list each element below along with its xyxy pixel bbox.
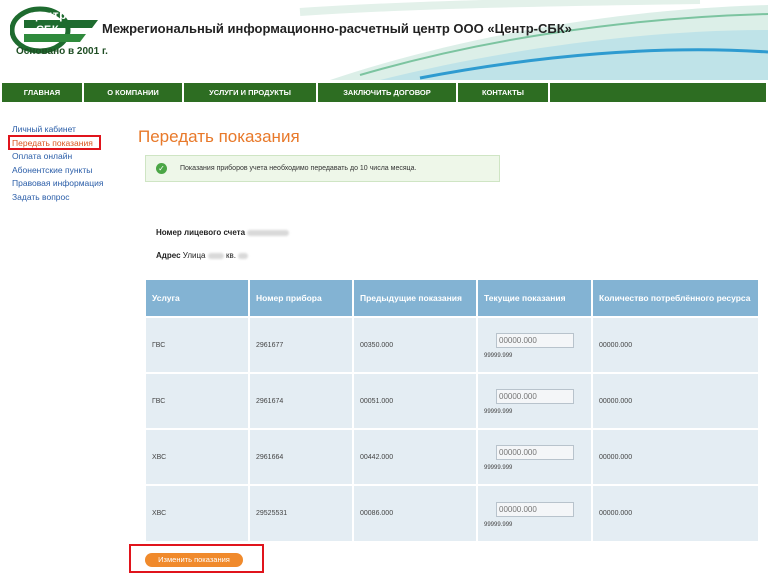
account-number-label: Номер лицевого счета [156,228,246,237]
site-header: центр СБК Основано в 2001 г. Межрегионал… [0,0,768,80]
button-highlight-frame [129,544,264,573]
header-service: Услуга [146,280,250,317]
account-number-line: Номер лицевого счета [156,228,290,237]
notice-text: Показания приборов учета необходимо пере… [180,165,417,172]
info-notice: ✓ Показания приборов учета необходимо пе… [145,155,500,182]
header-previous-readings: Предыдущие показания [353,280,478,317]
sidebar-item-pay-online[interactable]: Оплата онлайн [12,150,112,164]
cell-current-reading: 99999.999 [477,316,593,373]
nav-item-contacts[interactable]: КОНТАКТЫ [458,83,550,102]
nav-filler [550,83,766,102]
header-swoosh-decoration [299,0,768,80]
cell-previous-reading: 00350.000 [353,316,478,373]
reading-max-hint: 99999.999 [484,409,513,415]
nav-item-services[interactable]: УСЛУГИ И ПРОДУКТЫ [184,83,318,102]
address-street-prefix: Улица [182,251,206,260]
cell-current-reading: 99999.999 [477,484,593,541]
page-title: Передать показания [138,127,300,146]
sidebar-item-subscriber-points[interactable]: Абонентские пункты [12,164,112,178]
current-reading-input[interactable] [496,333,574,348]
cell-service: ГВС [146,372,250,429]
nav-item-about[interactable]: О КОМПАНИИ [84,83,184,102]
meter-readings-table: Услуга Номер прибора Предыдущие показани… [146,280,758,541]
apartment-redacted [238,252,249,259]
main-nav: ГЛАВНАЯ О КОМПАНИИ УСЛУГИ И ПРОДУКТЫ ЗАК… [2,82,766,102]
cell-consumed-amount: 00000.000 [592,316,758,373]
cell-previous-reading: 00051.000 [353,372,478,429]
cell-previous-reading: 00086.000 [353,484,478,541]
account-number-redacted [247,229,290,236]
site-title: Межрегиональный информационно-расчетный … [102,21,572,36]
nav-item-contract[interactable]: ЗАКЛЮЧИТЬ ДОГОВОР [318,83,458,102]
cell-previous-reading: 00442.000 [353,428,478,485]
cell-service: ХВС [146,428,250,485]
table-row: ГВС 2961674 00051.000 99999.999 00000.00… [146,372,758,429]
cell-service: ГВС [146,316,250,373]
header-current-readings: Текущие показания [477,280,593,317]
logo-wordmark: центр [30,8,68,22]
current-reading-input[interactable] [496,389,574,404]
check-icon: ✓ [156,163,167,174]
table-row: ГВС 2961677 00350.000 99999.999 00000.00… [146,316,758,373]
nav-item-home[interactable]: ГЛАВНАЯ [2,83,84,102]
cell-current-reading: 99999.999 [477,428,593,485]
sidebar-active-highlight [8,135,101,150]
address-redacted [207,252,224,259]
sidebar-item-ask-question[interactable]: Задать вопрос [12,191,112,205]
cell-consumed-amount: 00000.000 [592,372,758,429]
address-apartment-label: кв. [225,251,236,260]
cell-meter-number: 2961664 [249,428,354,485]
logo-abbreviation: СБК [36,24,59,36]
current-reading-input[interactable] [496,501,574,517]
cell-meter-number: 29525531 [249,484,354,541]
table-header-row: Услуга Номер прибора Предыдущие показани… [146,280,758,317]
founded-caption: Основано в 2001 г. [16,46,108,57]
cell-meter-number: 2961674 [249,372,354,429]
header-consumed-amount: Количество потреблённого ресурса [592,280,758,317]
cell-service: ХВС [146,484,250,541]
address-label: Адрес [156,251,181,260]
reading-max-hint: 99999.999 [484,465,513,471]
cell-consumed-amount: 00000.000 [592,484,758,541]
address-line: Адрес Улица кв. [156,251,249,260]
cell-meter-number: 2961677 [249,316,354,373]
reading-max-hint: 99999.999 [484,521,513,528]
header-meter-number: Номер прибора [249,280,354,317]
cell-consumed-amount: 00000.000 [592,428,758,485]
table-row: ХВС 29525531 00086.000 99999.999 00000.0… [146,484,758,541]
sidebar-item-legal-info[interactable]: Правовая информация [12,177,112,191]
current-reading-input[interactable] [496,445,574,460]
reading-max-hint: 99999.999 [484,353,513,359]
cell-current-reading: 99999.999 [477,372,593,429]
table-row: ХВС 2961664 00442.000 99999.999 00000.00… [146,428,758,485]
